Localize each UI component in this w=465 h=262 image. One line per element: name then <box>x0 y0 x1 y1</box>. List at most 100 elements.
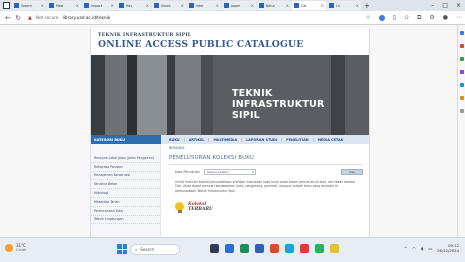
chrome-icon[interactable] <box>300 244 309 253</box>
browser-tab-active[interactable]: Cat × <box>292 1 326 10</box>
lightbulb-base <box>177 210 182 214</box>
start-button[interactable] <box>117 244 127 254</box>
favorite-star-icon[interactable]: ☆ <box>365 14 370 21</box>
collections-icon[interactable]: ⧉ <box>417 14 421 22</box>
banner-title-line: INFRASTRUKTUR <box>232 99 325 110</box>
category-item[interactable]: Struktur Beton <box>91 180 160 190</box>
tab-favicon-icon <box>49 3 54 8</box>
category-item[interactable]: Perencanaan Kota <box>91 207 160 216</box>
tab-label: Mew <box>56 3 64 8</box>
task-view-icon[interactable] <box>210 244 219 253</box>
category-item[interactable]: Hidrologi <box>91 189 160 198</box>
browser-tab[interactable]: Lir × <box>327 1 361 10</box>
new-books-label: Koleksi TERBARU <box>188 203 213 212</box>
maximize-button[interactable]: □ <box>442 2 448 9</box>
nav-item-multimedia[interactable]: MULTIMEDIA <box>209 137 243 142</box>
browser-tab[interactable]: Search × <box>12 1 46 10</box>
breadcrumb[interactable]: BERANDA <box>169 146 363 150</box>
tab-favicon-icon <box>294 3 299 8</box>
refresh-icon[interactable]: ↻ <box>13 14 23 22</box>
minimize-button[interactable]: – <box>431 2 434 9</box>
nav-item-media-cetak[interactable]: MEDIA CETAK <box>314 138 348 142</box>
favorites-icon[interactable]: ✩ <box>404 14 409 21</box>
chevron-down-icon: ▾ <box>252 170 254 174</box>
banner-photo-shape <box>201 55 213 135</box>
clock-date: 26/12/2024 <box>437 248 459 253</box>
games-sidebar-icon[interactable] <box>459 70 464 74</box>
browser-tab[interactable]: Smart × <box>152 1 186 10</box>
profile-icon[interactable]: ● <box>443 14 448 21</box>
close-tab-icon[interactable]: × <box>111 3 114 8</box>
url-field[interactable]: ▲ Not secure library.uad.ac.id/teknik <box>28 15 110 21</box>
search-label: Kata Pencarian <box>175 170 200 174</box>
search-button[interactable]: Cari <box>341 169 363 175</box>
split-screen-icon[interactable]: ▯ <box>393 14 396 21</box>
close-tab-icon[interactable]: × <box>321 3 324 8</box>
outlook-sidebar-icon[interactable] <box>459 96 464 100</box>
nav-item-penelitian[interactable]: PENELITIAN <box>282 137 314 142</box>
nav-item-buku[interactable]: BUKU <box>165 137 185 142</box>
category-item[interactable]: Teknik Lingkungan <box>91 216 160 225</box>
browser-tab[interactable]: Mew × <box>47 1 81 10</box>
banner-photo-shape <box>127 55 137 135</box>
folder-icon[interactable] <box>330 244 339 253</box>
extensions-icon[interactable]: ⚙ <box>429 14 434 21</box>
system-tray: ^ ◠ ◖ ▭ 09.12 26/12/2024 <box>404 243 459 253</box>
address-bar-row: ← ↻ ▲ Not secure library.uad.ac.id/tekni… <box>0 11 465 25</box>
category-item[interactable]: Manajemen Konstruksi <box>91 172 160 181</box>
weather-widget[interactable]: 31°C Cerah <box>5 243 26 253</box>
close-tab-icon[interactable]: × <box>146 3 149 8</box>
close-tab-icon[interactable]: × <box>251 3 254 8</box>
close-tab-icon[interactable]: × <box>181 3 184 8</box>
browser-tab[interactable]: paper × <box>222 1 256 10</box>
battery-icon[interactable]: ▭ <box>428 246 432 251</box>
catalogue-title[interactable]: ONLINE ACCESS PUBLIC CATALOGUE <box>98 39 363 50</box>
category-item[interactable]: Rekayasa Pondasi <box>91 163 160 172</box>
url-text: library.uad.ac.id/teknik <box>62 15 111 20</box>
search-sidebar-icon[interactable] <box>459 31 464 35</box>
clock[interactable]: 09.12 26/12/2024 <box>437 243 459 253</box>
tools-sidebar-icon[interactable] <box>459 57 464 61</box>
browser-tab[interactable]: impact × <box>82 1 116 10</box>
institution-name: TEKNIK INFRASTRUKTUR SIPIL <box>98 33 192 38</box>
office-sidebar-icon[interactable] <box>459 83 464 87</box>
browser-tab[interactable]: inter × <box>187 1 221 10</box>
whatsapp-icon[interactable] <box>315 244 324 253</box>
close-tab-icon[interactable]: × <box>216 3 219 8</box>
category-item[interactable]: Rencana Lokal Jalan (Jalan Pengairan) <box>91 154 160 163</box>
word-icon[interactable] <box>255 244 264 253</box>
store-icon[interactable] <box>270 244 279 253</box>
close-tab-icon[interactable]: × <box>76 3 79 8</box>
collection-select[interactable]: Semua Koleksi ▾ <box>203 169 256 175</box>
nav-item-artikel[interactable]: ARTIKEL <box>185 137 210 142</box>
new-books-link[interactable]: Koleksi TERBARU <box>169 202 363 214</box>
banner-photo-shape <box>175 55 201 135</box>
back-icon[interactable]: ← <box>3 14 13 22</box>
close-tab-icon[interactable]: × <box>286 3 289 8</box>
add-sidebar-icon[interactable] <box>459 109 464 113</box>
close-tab-icon[interactable]: × <box>41 3 44 8</box>
shopping-icon[interactable] <box>378 14 385 21</box>
banner-photo-shape <box>167 55 175 135</box>
browser-tab[interactable]: Hay × <box>117 1 151 10</box>
lightbulb-icon <box>175 202 184 214</box>
nav-item-laporan-studi[interactable]: LAPORAN STUDI <box>242 137 283 142</box>
browser-tab[interactable]: Natur × <box>257 1 291 10</box>
chevron-up-icon[interactable]: ^ <box>404 246 408 251</box>
edge-browser-icon[interactable] <box>240 244 249 253</box>
taskbar-search[interactable]: ⌕ Search <box>130 244 180 255</box>
category-item[interactable]: Mekanika Tanah <box>91 198 160 207</box>
mail-icon[interactable] <box>285 244 294 253</box>
shopping-sidebar-icon[interactable] <box>459 44 464 48</box>
new-tab-button[interactable]: + <box>364 2 370 10</box>
volume-icon[interactable]: ◖ <box>421 246 423 251</box>
wifi-icon[interactable]: ◠ <box>412 246 416 251</box>
file-explorer-icon[interactable] <box>225 244 234 253</box>
banner-photo-shape <box>331 55 345 135</box>
more-menu-icon[interactable]: ⋯ <box>456 14 462 21</box>
category-sidebar: Rencana Lokal Jalan (Jalan Pengairan) Re… <box>91 144 161 237</box>
tab-actions-icon[interactable] <box>3 2 10 9</box>
banner-photo-shape <box>137 55 167 135</box>
close-tab-icon[interactable]: × <box>356 3 359 8</box>
close-window-button[interactable]: × <box>456 2 461 9</box>
